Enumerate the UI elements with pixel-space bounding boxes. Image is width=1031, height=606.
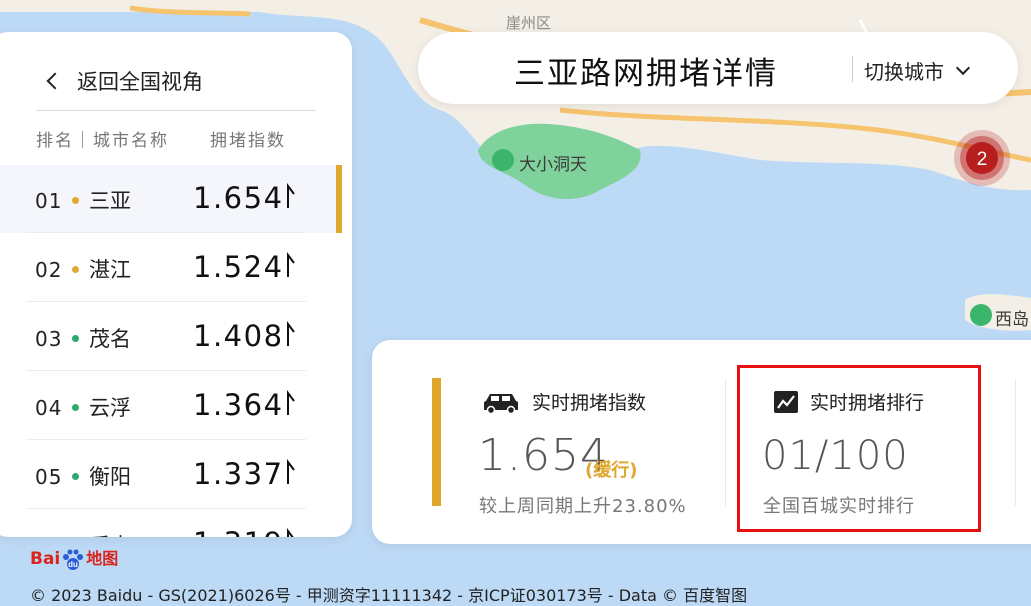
index-card-title: 实时拥堵指数 [482,388,646,415]
trend-up-icon [287,252,295,277]
row-index: 1.319 [193,526,284,537]
switch-city-label: 切换城市 [864,60,944,84]
row-divider [26,508,306,509]
row-index: 1.524 [193,250,284,284]
paw-icon: du [61,549,85,571]
row-city: 茂名 [89,327,131,351]
title-divider [852,56,853,82]
city-ranking-panel: 返回全国视角 排名｜城市名称 拥堵指数 01 三亚 1.654 02 湛江 1.524 03… [0,32,352,537]
card-separator [725,380,726,506]
active-row-indicator [336,165,342,233]
index-card-title-text: 实时拥堵指数 [532,392,647,414]
row-city: 盾大 [89,530,131,537]
row-city: 衡阳 [89,465,131,489]
row-divider [26,439,306,440]
row-rank: 03 [35,327,63,351]
accent-bar [432,378,441,506]
row-index: 1.337 [193,457,284,491]
ranking-row[interactable]: 05 衡阳 1.337 [0,441,342,509]
trend-up-icon [287,528,294,537]
row-rank: 04 [35,396,63,420]
trend-up-icon [287,183,295,208]
trend-up-icon [287,321,295,346]
poi-west-label[interactable]: 西岛 [995,305,1029,330]
baidu-map-logo[interactable]: Bai du 地图 [30,545,118,571]
switch-city-dropdown[interactable]: 切换城市 [864,56,971,85]
ranking-row[interactable]: 02 湛江 1.524 [0,234,342,302]
trend-up-icon [287,459,295,484]
island-poi-icon[interactable] [970,304,992,326]
chevron-down-icon [955,60,971,75]
status-dot [72,335,79,342]
highlight-box [737,365,981,532]
poi-area-label: 崖州区 [506,14,552,32]
row-index: 1.654 [193,181,284,215]
cluster-badge[interactable]: 2 [952,128,1012,188]
card-separator-2 [1015,380,1016,506]
chevron-left-icon [46,72,64,90]
page-title: 三亚路网拥堵详情 [514,56,778,92]
row-city: 湛江 [89,258,131,282]
back-label: 返回全国视角 [77,70,203,94]
index-subtitle: 较上周同期上升23.80% [479,496,687,517]
svg-text:du: du [68,560,78,569]
ranking-row[interactable]: 06 盾大 1.319 [0,510,342,537]
row-index: 1.408 [193,319,284,353]
row-rank: 01 [35,189,63,213]
trend-up-icon [287,390,295,415]
ranking-row[interactable]: 03 茂名 1.408 [0,303,342,371]
status-dot [72,266,79,273]
status-dot [72,197,79,204]
row-divider [26,232,306,233]
top-title-bar: 三亚路网拥堵详情 切换城市 [418,32,1018,104]
copyright-text: © 2023 Baidu - GS(2021)6026号 - 甲测资字11111… [30,586,748,605]
row-city: 三亚 [89,189,131,213]
row-rank: 06 [35,534,62,537]
car-icon [484,393,518,413]
header-rank-city: 排名｜城市名称 [36,131,169,151]
row-divider [26,301,306,302]
header-index: 拥堵指数 [210,131,286,151]
row-rank: 02 [35,258,63,282]
park-poi-icon[interactable] [492,149,514,171]
traffic-status: (缓行) [585,460,638,481]
row-divider [26,370,306,371]
row-city: 云浮 [89,396,131,420]
status-dot [72,404,79,411]
ranking-row[interactable]: 04 云浮 1.364 [0,372,342,440]
row-rank: 05 [35,465,63,489]
row-index: 1.364 [193,388,284,422]
poi-park-label[interactable]: 大小洞天 [519,150,587,175]
panel-divider [36,110,316,111]
cluster-count: 2 [977,149,988,170]
ranking-row[interactable]: 01 三亚 1.654 [0,165,342,233]
back-to-national-button[interactable]: 返回全国视角 [45,66,203,96]
status-dot [72,473,79,480]
